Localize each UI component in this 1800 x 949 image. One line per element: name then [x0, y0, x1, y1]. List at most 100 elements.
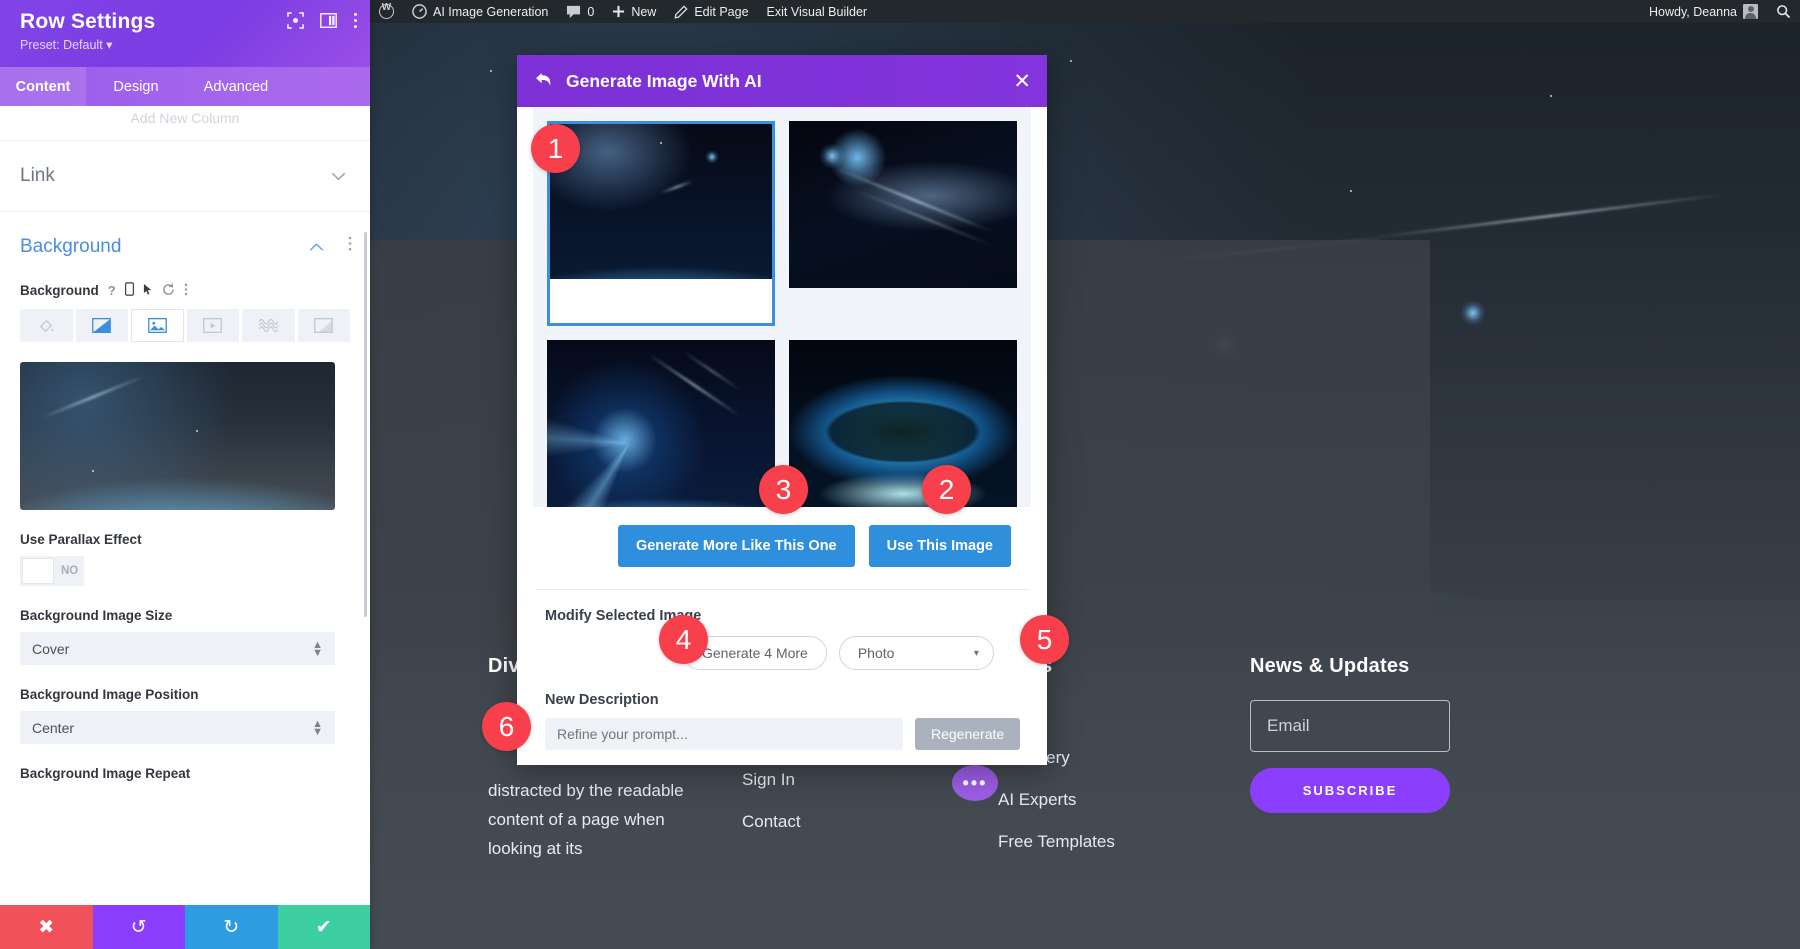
background-field-label-row: Background ? — [20, 282, 350, 299]
panel-tabs: Content Design Advanced — [0, 67, 370, 106]
wordpress-logo-menu[interactable] — [370, 0, 403, 23]
image-option-3[interactable] — [547, 340, 775, 507]
background-tab-gradient[interactable] — [75, 309, 128, 342]
section-background-title[interactable]: Background — [20, 212, 350, 282]
footer-link-contact[interactable]: Contact — [742, 812, 801, 832]
email-field[interactable]: Email — [1250, 700, 1450, 752]
image-size-label: Background Image Size — [20, 608, 173, 623]
image-size-select[interactable]: Cover ▲ ▼ — [20, 632, 335, 665]
image-thumbnail — [550, 124, 772, 279]
image-option-2[interactable] — [789, 121, 1017, 288]
new-content-menu[interactable]: New — [603, 0, 665, 23]
plus-icon — [613, 5, 625, 18]
tab-advanced[interactable]: Advanced — [186, 67, 286, 106]
tab-design[interactable]: Design — [86, 67, 186, 106]
section-link-title: Link — [20, 165, 55, 186]
chevron-down-icon[interactable] — [331, 168, 346, 185]
exit-visual-builder-menu[interactable]: Exit Visual Builder — [758, 0, 877, 23]
stepper-arrows-icon: ▲ ▼ — [312, 717, 323, 738]
parallax-value: NO — [61, 565, 79, 577]
focus-target-icon[interactable] — [287, 12, 304, 34]
tab-content[interactable]: Content — [0, 67, 86, 106]
background-image-preview[interactable] — [20, 362, 335, 510]
footer-link-sign-in[interactable]: Sign In — [742, 770, 801, 790]
subscribe-button[interactable]: SUBSCRIBE — [1250, 768, 1450, 813]
annotation-badge-2: 2 — [922, 465, 971, 514]
admin-bar-right: Howdy, Deanna — [1640, 0, 1800, 23]
background-tab-mask[interactable] — [297, 309, 351, 342]
discard-button[interactable]: ✖ — [0, 905, 93, 949]
image-option-1[interactable] — [547, 121, 775, 326]
panel-scrollbar[interactable] — [364, 232, 367, 617]
image-style-value: Photo — [857, 645, 895, 661]
toggle-knob — [22, 558, 54, 584]
footer-links-column-1: Sign In Contact — [742, 770, 801, 832]
annotation-badge-5: 5 — [1020, 615, 1069, 664]
wordpress-logo-icon — [379, 2, 394, 19]
comments-count: 0 — [587, 4, 595, 19]
background-tab-image[interactable] — [131, 309, 184, 342]
undo-button[interactable]: ↺ — [92, 905, 185, 949]
background-type-tabs — [20, 309, 351, 342]
wordpress-admin-bar: AI Image Generation 0 New Edit Page Exit… — [370, 0, 1800, 23]
chevron-up-icon[interactable] — [309, 239, 324, 256]
use-this-image-button[interactable]: Use This Image — [868, 525, 1011, 567]
panel-header-icons — [287, 12, 358, 34]
section-background: Background Background ? Use Parallax Eff… — [0, 211, 370, 781]
redo-button[interactable]: ↻ — [185, 905, 278, 949]
background-tab-color[interactable] — [20, 309, 73, 342]
new-description-input[interactable] — [545, 718, 903, 750]
save-button[interactable]: ✔ — [277, 905, 370, 949]
parallax-label: Use Parallax Effect — [20, 532, 142, 547]
new-description-label: New Description — [545, 692, 659, 708]
modal-body: Generate More Like This One Use This Ima… — [517, 107, 1047, 765]
image-position-select[interactable]: Center ▲ ▼ — [20, 711, 335, 744]
generated-images-grid — [533, 107, 1031, 507]
mobile-icon[interactable] — [124, 282, 134, 299]
my-account-menu[interactable]: Howdy, Deanna — [1640, 0, 1767, 23]
section-link[interactable]: Link — [0, 140, 370, 211]
comment-bubble-icon — [567, 5, 581, 18]
background-tab-pattern[interactable] — [242, 309, 295, 342]
site-name-menu[interactable]: AI Image Generation — [403, 0, 557, 23]
footer-link-ai-experts[interactable]: AI Experts — [998, 790, 1115, 810]
close-icon[interactable]: ✕ — [1013, 71, 1031, 92]
modify-selected-image-label: Modify Selected Image — [545, 608, 702, 624]
avatar — [1743, 4, 1758, 19]
regenerate-button[interactable]: Regenerate — [915, 718, 1021, 750]
preset-selector[interactable]: Preset: Default ▾ — [20, 37, 354, 52]
reset-icon[interactable] — [162, 283, 175, 299]
image-repeat-label: Background Image Repeat — [20, 766, 191, 781]
annotation-badge-1: 1 — [531, 124, 580, 173]
chevron-down-icon: ▾ — [106, 38, 113, 52]
modal-header: Generate Image With AI ✕ — [517, 55, 1047, 107]
admin-search-button[interactable] — [1767, 0, 1800, 23]
hover-pointer-icon[interactable] — [143, 283, 153, 299]
edit-page-menu[interactable]: Edit Page — [665, 0, 757, 23]
image-option-4[interactable] — [789, 340, 1017, 507]
search-icon — [1777, 5, 1791, 19]
kebab-menu-icon[interactable] — [184, 283, 188, 299]
panel-scroll-body: Add New Column Link Background Backgroun… — [0, 106, 370, 905]
exit-visual-builder-label: Exit Visual Builder — [766, 4, 868, 19]
add-new-column-ghost[interactable]: Add New Column — [0, 106, 370, 140]
kebab-menu-icon[interactable] — [348, 236, 352, 255]
stepper-arrows-icon: ▲ ▼ — [312, 638, 323, 659]
image-position-label: Background Image Position — [20, 687, 199, 702]
column-layout-icon[interactable] — [320, 13, 337, 33]
image-grid — [547, 121, 1017, 507]
site-name-label: AI Image Generation — [433, 4, 549, 19]
howdy-label: Howdy, Deanna — [1648, 4, 1737, 19]
kebab-menu-icon[interactable] — [353, 12, 358, 34]
image-style-select[interactable]: Photo ▾ — [838, 636, 994, 670]
footer-link-free-templates[interactable]: Free Templates — [998, 832, 1115, 852]
help-icon[interactable]: ? — [108, 283, 116, 298]
image-position-value: Center — [32, 719, 75, 736]
generate-more-like-this-button[interactable]: Generate More Like This One — [617, 525, 855, 567]
back-arrow-icon[interactable] — [535, 72, 554, 91]
parallax-toggle[interactable]: NO — [20, 556, 84, 586]
comments-menu[interactable]: 0 — [557, 0, 603, 23]
annotation-badge-6: 6 — [482, 702, 531, 751]
edit-page-label: Edit Page — [694, 4, 749, 19]
background-tab-video[interactable] — [186, 309, 240, 342]
